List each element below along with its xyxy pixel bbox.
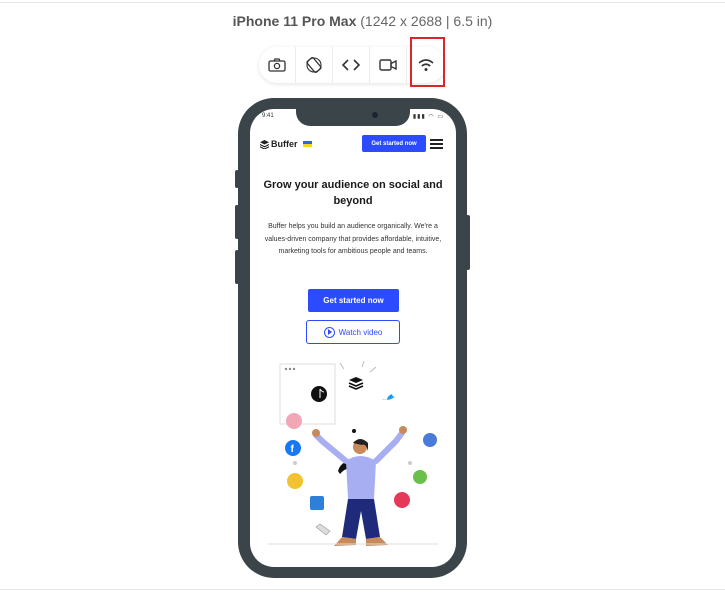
hero-title: Grow your audience on social and beyond: [263, 179, 443, 207]
record-video-button[interactable]: [370, 47, 407, 83]
camera-icon: [268, 58, 286, 72]
status-indicators: ▮▮▮ ◠ ▭: [412, 114, 444, 120]
device-name: iPhone 11 Pro Max: [232, 13, 357, 29]
person-figure: [312, 426, 407, 546]
rotate-button[interactable]: [296, 47, 333, 83]
buffer-stack-icon: [260, 139, 269, 149]
selection-highlight: [410, 37, 445, 87]
tiktok-icon: [311, 386, 327, 402]
phone-screen: 9:41 ▮▮▮ ◠ ▭ Buffer Get started now Grow…: [250, 109, 456, 567]
status-time: 9:41: [262, 113, 274, 119]
code-icon: [342, 59, 360, 71]
top-divider: [0, 2, 725, 3]
hero-illustration: f: [268, 360, 438, 546]
shopify-icon: [413, 470, 427, 484]
device-specs: (1242 x 2688 | 6.5 in): [360, 13, 493, 29]
rotate-icon: [306, 57, 322, 73]
hamburger-menu-icon[interactable]: [430, 139, 443, 149]
device-title: iPhone 11 Pro Max (1242 x 2688 | 6.5 in): [0, 13, 725, 29]
buffer-logo[interactable]: Buffer: [260, 139, 312, 149]
screenshot-button[interactable]: [259, 47, 296, 83]
ukraine-flag-icon: [302, 141, 312, 147]
dribbble-icon: [286, 413, 302, 429]
nav-get-started-button[interactable]: Get started now: [362, 135, 426, 152]
play-icon: [323, 326, 335, 338]
pinterest-icon: [394, 492, 410, 508]
instagram-icon: [287, 473, 303, 489]
linkedin-icon: [310, 496, 324, 510]
buffer-stack-icon: [348, 377, 364, 390]
brand-name: Buffer: [271, 139, 298, 149]
buffer-blue-icon: [423, 433, 437, 447]
twitter-icon: [382, 394, 397, 400]
watch-video-button[interactable]: Watch video: [306, 320, 400, 344]
hero-description: Buffer helps you build an audience organ…: [264, 223, 442, 256]
phone-notch: [296, 104, 410, 126]
watch-video-label: Watch video: [338, 327, 383, 337]
bottom-divider: [0, 589, 725, 590]
video-icon: [379, 59, 397, 71]
site-nav: Buffer Get started now: [260, 135, 446, 153]
front-camera: [372, 112, 378, 118]
get-started-button[interactable]: Get started now: [308, 289, 399, 312]
code-button[interactable]: [333, 47, 370, 83]
